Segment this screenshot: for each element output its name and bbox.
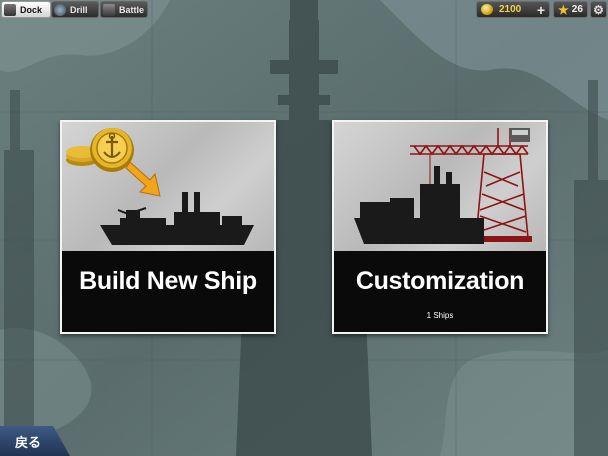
drill-icon [54, 3, 66, 16]
customization-title: Customization [355, 267, 525, 295]
build-new-ship-title: Build New Ship [79, 267, 257, 295]
settings-button[interactable]: ⚙ [590, 1, 607, 18]
top-bar: Dock Drill Battle 2100 + ★ 26 ⚙ [0, 0, 608, 20]
tab-dock[interactable]: Dock [1, 1, 51, 18]
add-coins-button[interactable]: + [537, 2, 545, 18]
dock-icon [4, 3, 16, 16]
gear-icon: ⚙ [593, 2, 604, 17]
coin-to-ship-icon [66, 128, 254, 245]
coin-counter[interactable]: 2100 + [476, 1, 550, 18]
crane-ship-icon [354, 128, 532, 244]
back-button-label: 戻る [15, 434, 42, 450]
build-art [62, 122, 274, 251]
ship-count: 1 Ships [426, 311, 454, 320]
tab-drill-label: Drill [70, 4, 88, 15]
customization-card[interactable]: Customization 1 Ships [332, 120, 548, 334]
star-icon: ★ [558, 2, 569, 17]
tab-dock-label: Dock [20, 4, 43, 15]
battle-icon [103, 3, 115, 16]
tab-battle[interactable]: Battle [100, 1, 148, 18]
tab-battle-label: Battle [119, 4, 145, 15]
star-counter[interactable]: ★ 26 [553, 1, 588, 18]
star-amount: 26 [571, 4, 583, 15]
coin-amount: 2100 [499, 4, 522, 15]
build-new-ship-card[interactable]: Build New Ship [60, 120, 276, 334]
tab-drill[interactable]: Drill [51, 1, 99, 18]
coin-icon [481, 4, 493, 15]
customization-art [334, 122, 546, 251]
